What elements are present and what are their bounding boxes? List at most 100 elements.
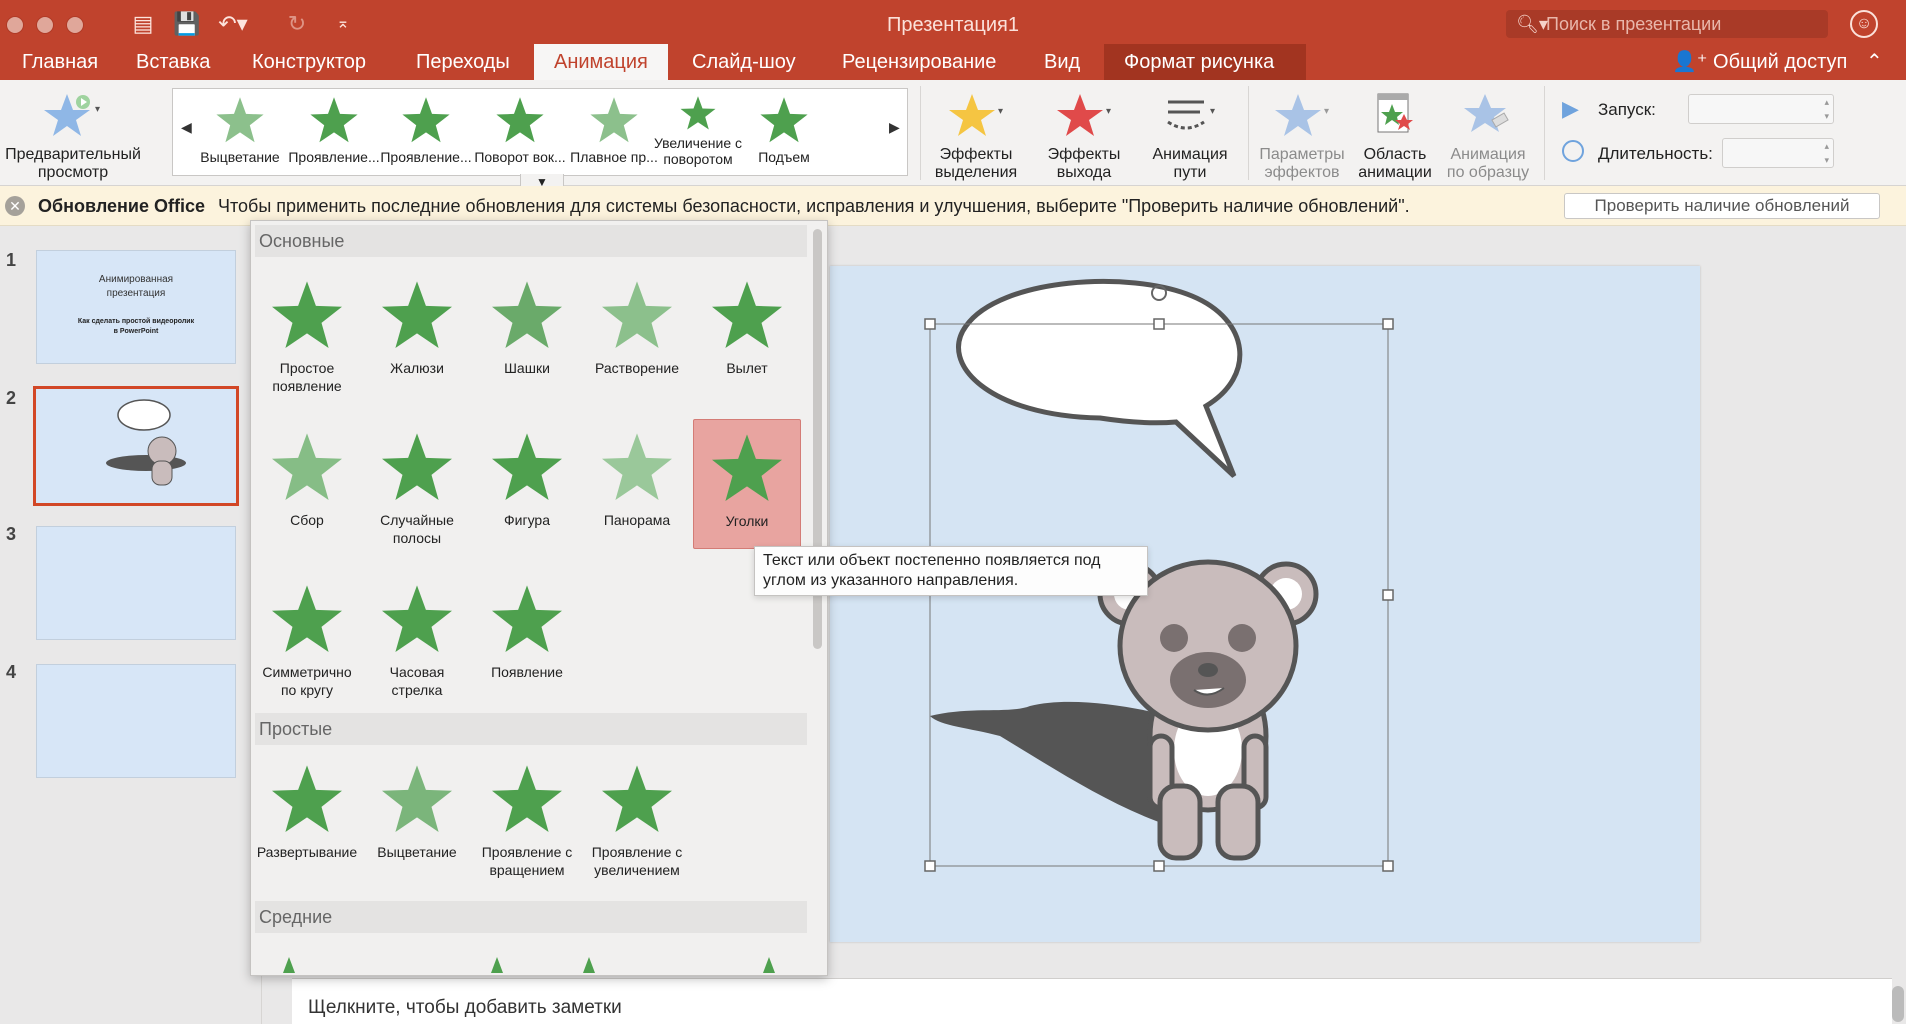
animation-painter-button[interactable]: Анимация по образцу	[1440, 90, 1536, 182]
gallery-left-arrow-icon[interactable]: ◀	[181, 119, 192, 136]
subtle-effect-item-1[interactable]: Выцветание	[363, 751, 471, 881]
effect-label: Выцветание	[377, 844, 457, 860]
preview-button[interactable]: ▾ Предварительный просмотр	[0, 90, 146, 182]
resize-handle[interactable]	[1153, 860, 1165, 872]
animation-gallery: ◀ Выцветание Проявление... Проявление... По…	[172, 88, 908, 176]
duration-stepper-arrows-icon: ▴ ▾	[1824, 141, 1829, 165]
effect-item-4[interactable]: Вылет	[693, 267, 801, 397]
gallery-effect-4[interactable]: Плавное пр...	[567, 89, 661, 175]
effect-item-6[interactable]: Случайные полосы	[363, 419, 471, 549]
svg-text:▾: ▾	[1210, 106, 1215, 117]
preview-star-icon: ▾	[44, 94, 100, 136]
bear-shadow[interactable]	[930, 701, 1170, 826]
effect-item-11[interactable]: Часовая стрелка	[363, 571, 471, 701]
resize-handle[interactable]	[924, 860, 936, 872]
star-fade-in-icon	[473, 579, 581, 659]
duration-stepper[interactable]: ▴ ▾	[1722, 138, 1834, 168]
tab-picture-format[interactable]: Формат рисунка	[1104, 44, 1306, 80]
effect-item-10[interactable]: Симметрично по кругу	[253, 571, 361, 701]
customize-toolbar-icon[interactable]: ⌅	[328, 10, 358, 38]
slide-thumbnails-pane: 1 Анимированная презентация Как сделать …	[0, 226, 262, 1024]
tab-insert[interactable]: Вставка	[116, 44, 230, 80]
motion-path-button[interactable]: ▾ Анимация пути	[1140, 90, 1240, 182]
section-subtle-title: Простые	[255, 713, 807, 745]
zoom-window-button[interactable]	[66, 16, 84, 34]
slide-thumbnail-2[interactable]	[33, 386, 239, 506]
tab-slideshow[interactable]: Слайд-шоу	[672, 44, 816, 80]
resize-handle[interactable]	[1382, 589, 1394, 601]
exit-effects-button[interactable]: ▾ Эффекты выхода	[1030, 90, 1138, 182]
save-icon[interactable]: 💾	[172, 10, 202, 38]
close-message-icon[interactable]: ✕	[5, 196, 25, 216]
effect-options-star-icon: ▾	[1275, 94, 1329, 136]
gallery-effect-0[interactable]: Выцветание	[193, 89, 287, 175]
slide-thumbnail-1[interactable]: Анимированная презентация Как сделать пр…	[36, 250, 236, 364]
star-turn-icon	[473, 93, 567, 147]
resize-handle[interactable]	[1153, 318, 1165, 330]
gallery-effect-label: Плавное пр...	[570, 149, 658, 165]
tab-transitions[interactable]: Переходы	[396, 44, 530, 80]
notes-field[interactable]: Щелкните, чтобы добавить заметки	[292, 978, 1892, 1024]
animation-pane-label-2: анимации	[1358, 164, 1432, 181]
slide-canvas[interactable]	[830, 266, 1700, 942]
tab-animations[interactable]: Анимация	[534, 44, 668, 80]
gallery-effect-1[interactable]: Проявление...	[287, 89, 381, 175]
effect-label: Растворение	[594, 360, 680, 376]
gallery-right-arrow-icon[interactable]: ▶	[889, 119, 900, 136]
gallery-effect-5[interactable]: Увеличение с поворотом	[651, 89, 745, 175]
share-button[interactable]: 👤⁺ Общий доступ	[1672, 44, 1847, 80]
effect-item-12[interactable]: Появление	[473, 571, 581, 701]
star-zoom-icon	[379, 93, 473, 147]
tab-home[interactable]: Главная	[2, 44, 118, 80]
gallery-effect-label: Проявление...	[288, 149, 380, 165]
feedback-smiley-icon[interactable]: ☺	[1850, 10, 1878, 38]
collapse-ribbon-icon[interactable]: ⌃	[1866, 44, 1883, 80]
effect-item-0[interactable]: Простое появление	[253, 267, 361, 397]
close-window-button[interactable]	[6, 16, 24, 34]
effect-item-2[interactable]: Шашки	[473, 267, 581, 397]
exit-label-2: выхода	[1056, 164, 1112, 181]
start-select[interactable]: ▴ ▾	[1688, 94, 1834, 124]
motion-path-label-1: Анимация	[1152, 146, 1228, 163]
gallery-effect-6[interactable]: Подъем	[737, 89, 831, 175]
slide-thumbnail-4[interactable]	[36, 664, 236, 778]
tab-review[interactable]: Рецензирование	[822, 44, 1016, 80]
effect-options-button[interactable]: ▾ Параметры эффектов	[1250, 90, 1354, 182]
slide-thumbnail-3[interactable]	[36, 526, 236, 640]
resize-handle[interactable]	[1382, 318, 1394, 330]
animation-pane-button[interactable]: Область анимации	[1350, 90, 1440, 182]
star-subtle-0-icon	[253, 759, 361, 839]
tab-design[interactable]: Конструктор	[232, 44, 386, 80]
effect-item-7[interactable]: Фигура	[473, 419, 581, 549]
star-blinds-icon	[363, 275, 471, 355]
search-input[interactable]: 🔍︎▾ Поиск в презентации	[1506, 10, 1828, 38]
gallery-effect-3[interactable]: Поворот вок...	[473, 89, 567, 175]
effect-label: Простое появление	[272, 360, 342, 394]
minimize-window-button[interactable]	[36, 16, 54, 34]
subtle-effect-item-3[interactable]: Проявление с увеличением	[583, 751, 691, 881]
subtle-effect-item-2[interactable]: Проявление с вращением	[473, 751, 581, 881]
redo-icon[interactable]: ↻	[282, 10, 312, 38]
emphasis-effects-button[interactable]: ▾ Эффекты выделения	[924, 90, 1028, 182]
effect-item-8[interactable]: Панорама	[583, 419, 691, 549]
effect-item-1[interactable]: Жалюзи	[363, 267, 471, 397]
effect-item-9[interactable]: Уголки	[693, 419, 801, 549]
resize-handle[interactable]	[1382, 860, 1394, 872]
effect-item-3[interactable]: Растворение	[583, 267, 691, 397]
sidebar-toggle-icon[interactable]: ▤	[128, 10, 158, 38]
notes-scrollbar[interactable]	[1892, 986, 1904, 1022]
undo-icon[interactable]: ↶▾	[218, 10, 248, 38]
gallery-effect-2[interactable]: Проявление...	[379, 89, 473, 175]
effect-label: Проявление с вращением	[481, 844, 573, 878]
thumb-title: Анимированная презентация	[98, 274, 174, 299]
share-label: Общий доступ	[1713, 51, 1848, 73]
motion-path-label-2: пути	[1173, 164, 1207, 181]
check-updates-button[interactable]: Проверить наличие обновлений	[1564, 193, 1880, 219]
effect-label: Проявление с увеличением	[591, 844, 683, 878]
speech-bubble[interactable]	[956, 278, 1243, 478]
effect-item-5[interactable]: Сбор	[253, 419, 361, 549]
tab-view[interactable]: Вид	[1024, 44, 1100, 80]
resize-handle[interactable]	[924, 318, 936, 330]
effect-label: Часовая стрелка	[389, 664, 445, 698]
subtle-effect-item-0[interactable]: Развертывание	[253, 751, 361, 881]
